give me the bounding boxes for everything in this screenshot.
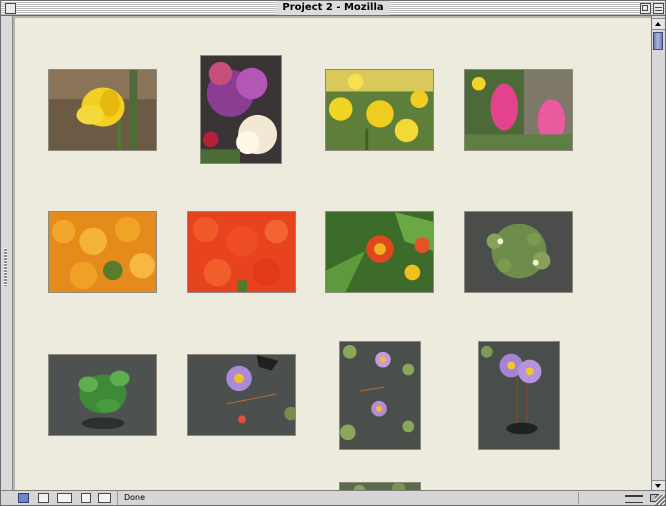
photo-thumbnail-red-orange-blossoms[interactable] <box>325 211 434 293</box>
collapse-box[interactable] <box>653 3 664 14</box>
photo-thumbnail-pink-hyacinths[interactable] <box>464 69 573 151</box>
photo-thumbnail-green-plant-water[interactable] <box>48 354 157 436</box>
sidebar-frame <box>1 16 13 492</box>
address-book-icon[interactable] <box>81 493 91 503</box>
photo-thumbnail-yellow-daffodil[interactable] <box>48 69 157 151</box>
photo-thumbnail-purple-water-lilies[interactable] <box>478 341 560 450</box>
close-box[interactable] <box>5 3 16 14</box>
photo-thumbnail-lily-pads[interactable] <box>464 211 573 293</box>
photo-thumbnail-orange-tulips[interactable] <box>48 211 157 293</box>
resize-grip[interactable] <box>655 495 665 505</box>
photo-thumbnail-chrysanthemums[interactable] <box>200 55 282 164</box>
status-text: Done <box>117 491 145 505</box>
chat-icon[interactable] <box>98 493 111 503</box>
scroll-thumb[interactable] <box>653 32 663 50</box>
window-title: Project 2 - Mozilla <box>276 1 390 15</box>
page-content <box>13 16 653 491</box>
browser-window: Project 2 - Mozilla Done <box>0 0 666 506</box>
status-separator <box>578 492 579 504</box>
zoom-box[interactable] <box>640 3 651 14</box>
inner-shadow-top <box>13 16 653 18</box>
photo-thumbnail-daffodils-bed[interactable] <box>325 69 434 151</box>
title-bar[interactable]: Project 2 - Mozilla <box>1 1 665 16</box>
sidebar-grip[interactable] <box>4 248 7 286</box>
composer-icon[interactable] <box>57 493 72 503</box>
photo-thumbnail-red-tulips[interactable] <box>187 211 296 293</box>
scroll-up-arrow[interactable] <box>652 18 665 30</box>
vertical-scrollbar[interactable] <box>651 16 665 492</box>
navigator-icon[interactable] <box>18 493 29 503</box>
inner-shadow-left <box>13 16 15 491</box>
status-bar: Done <box>1 490 665 505</box>
connection-icon <box>625 495 643 503</box>
photo-thumbnail-purple-water-lily[interactable] <box>187 354 296 436</box>
photo-thumbnail-water-lilies-pond[interactable] <box>339 341 421 450</box>
mail-icon[interactable] <box>38 493 49 503</box>
